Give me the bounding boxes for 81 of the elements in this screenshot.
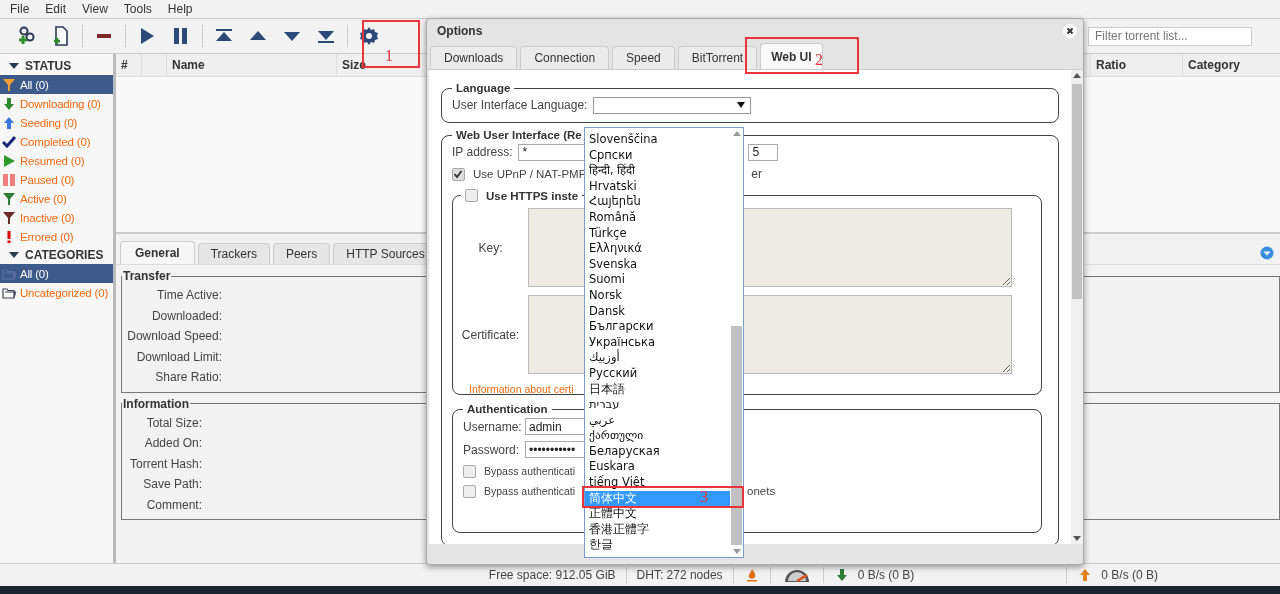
- column-header[interactable]: Ratio: [1091, 54, 1183, 76]
- dht-text: DHT: 272 nodes: [635, 568, 724, 582]
- field-label: Total Size:: [145, 415, 202, 430]
- section-title: CATEGORIES: [25, 248, 104, 262]
- group-title: Transfer: [122, 269, 172, 283]
- download-speed-text: 0 B/s (0 B): [857, 568, 916, 582]
- language-option[interactable]: Română: [585, 209, 730, 226]
- field-label: Downloaded:: [150, 308, 222, 323]
- upload-speed-text: 0 B/s (0 B): [1101, 568, 1158, 582]
- step-number: 2: [815, 52, 823, 68]
- language-option[interactable]: Български: [585, 319, 730, 335]
- column-header[interactable]: Name: [167, 54, 337, 76]
- language-option[interactable]: Dansk: [585, 303, 730, 320]
- language-option[interactable]: Українська: [585, 334, 730, 351]
- menu-item[interactable]: Tools: [115, 2, 160, 16]
- checkbox-label: Bypass authenticati: [484, 465, 576, 477]
- language-option[interactable]: Svenska: [585, 256, 730, 273]
- port-field[interactable]: 5: [748, 143, 779, 161]
- language-option[interactable]: Српски: [585, 147, 730, 164]
- sidebar-item[interactable]: All (0): [0, 264, 113, 283]
- checkbox-label: Use HTTPS inste: [486, 189, 579, 202]
- column-header[interactable]: Category: [1183, 54, 1280, 76]
- tab[interactable]: Peers: [272, 243, 331, 264]
- language-option[interactable]: Suomi: [585, 272, 730, 288]
- field-label: Time Active:: [156, 288, 222, 303]
- menu-item[interactable]: File: [2, 2, 38, 16]
- field-label: Save Path:: [142, 477, 202, 492]
- tab[interactable]: Connection: [520, 46, 610, 69]
- language-option[interactable]: 正體中文: [585, 506, 730, 522]
- group-title: Language: [455, 82, 512, 94]
- group-title: Information: [122, 396, 190, 411]
- free-space-text: Free space: 912.05 GiB: [487, 568, 617, 582]
- language-option[interactable]: عربي: [585, 412, 730, 429]
- menu-item[interactable]: Edit: [37, 2, 75, 16]
- language-option[interactable]: 한글: [585, 537, 730, 554]
- language-option[interactable]: أوزبيك: [585, 350, 730, 366]
- language-option[interactable]: Türkçe: [585, 225, 730, 242]
- field-label: Download Limit:: [135, 349, 222, 364]
- field-label: Password:: [463, 442, 521, 457]
- language-option[interactable]: हिन्दी, हिंदी: [585, 163, 730, 179]
- field-label: Added On:: [143, 436, 202, 451]
- language-option[interactable]: Hrvatski: [585, 178, 730, 195]
- field-label: Download Speed:: [126, 329, 222, 344]
- language-option[interactable]: Հայերեն: [585, 194, 730, 210]
- tab[interactable]: General: [120, 241, 195, 264]
- section-title: STATUS: [25, 59, 72, 73]
- checkbox-label: onets: [747, 485, 776, 497]
- language-option[interactable]: Беларуская: [585, 443, 730, 460]
- field-label: Username:: [463, 419, 523, 434]
- tab[interactable]: Downloads: [430, 46, 518, 69]
- language-option[interactable]: 香港正體字: [585, 521, 730, 538]
- language-option[interactable]: Euskara: [585, 459, 730, 476]
- step-number: 1: [385, 48, 393, 64]
- field-label: Torrent Hash:: [128, 456, 202, 471]
- checkbox-label: Bypass authenticati: [484, 485, 576, 497]
- language-option[interactable]: 日本語: [585, 381, 730, 398]
- language-option[interactable]: Slovenščina: [585, 132, 730, 148]
- menu-item[interactable]: View: [74, 2, 116, 16]
- group-title: Web User Interface (Re: [455, 129, 583, 141]
- checkbox-label: er: [751, 167, 762, 181]
- field-label: Share Ratio:: [154, 370, 222, 385]
- field-label: Certificate:: [460, 327, 521, 342]
- field-label: Comment:: [145, 497, 202, 512]
- column-header[interactable]: #: [116, 54, 142, 76]
- step-number: 3: [700, 489, 708, 505]
- language-option[interactable]: Ελληνικά: [585, 241, 730, 257]
- tab[interactable]: Trackers: [197, 243, 270, 264]
- tab[interactable]: Speed: [612, 46, 675, 69]
- field-label: User Interface Language:: [452, 98, 588, 112]
- menu-item[interactable]: Help: [159, 2, 201, 16]
- field-label: Key:: [477, 240, 504, 255]
- language-option[interactable]: Norsk: [585, 287, 730, 304]
- field-label: IP address:: [452, 145, 513, 159]
- group-title: Authentication: [466, 403, 549, 415]
- filter-field[interactable]: Filter torrent list...: [1088, 26, 1252, 46]
- dialog-title: Options: [437, 24, 484, 38]
- tab[interactable]: BitTorrent: [677, 46, 758, 69]
- language-option[interactable]: ქართული: [585, 428, 730, 444]
- sidebar-item[interactable]: All (0): [0, 75, 113, 94]
- language-option[interactable]: עברית: [585, 397, 730, 413]
- language-option[interactable]: Русский: [585, 365, 730, 382]
